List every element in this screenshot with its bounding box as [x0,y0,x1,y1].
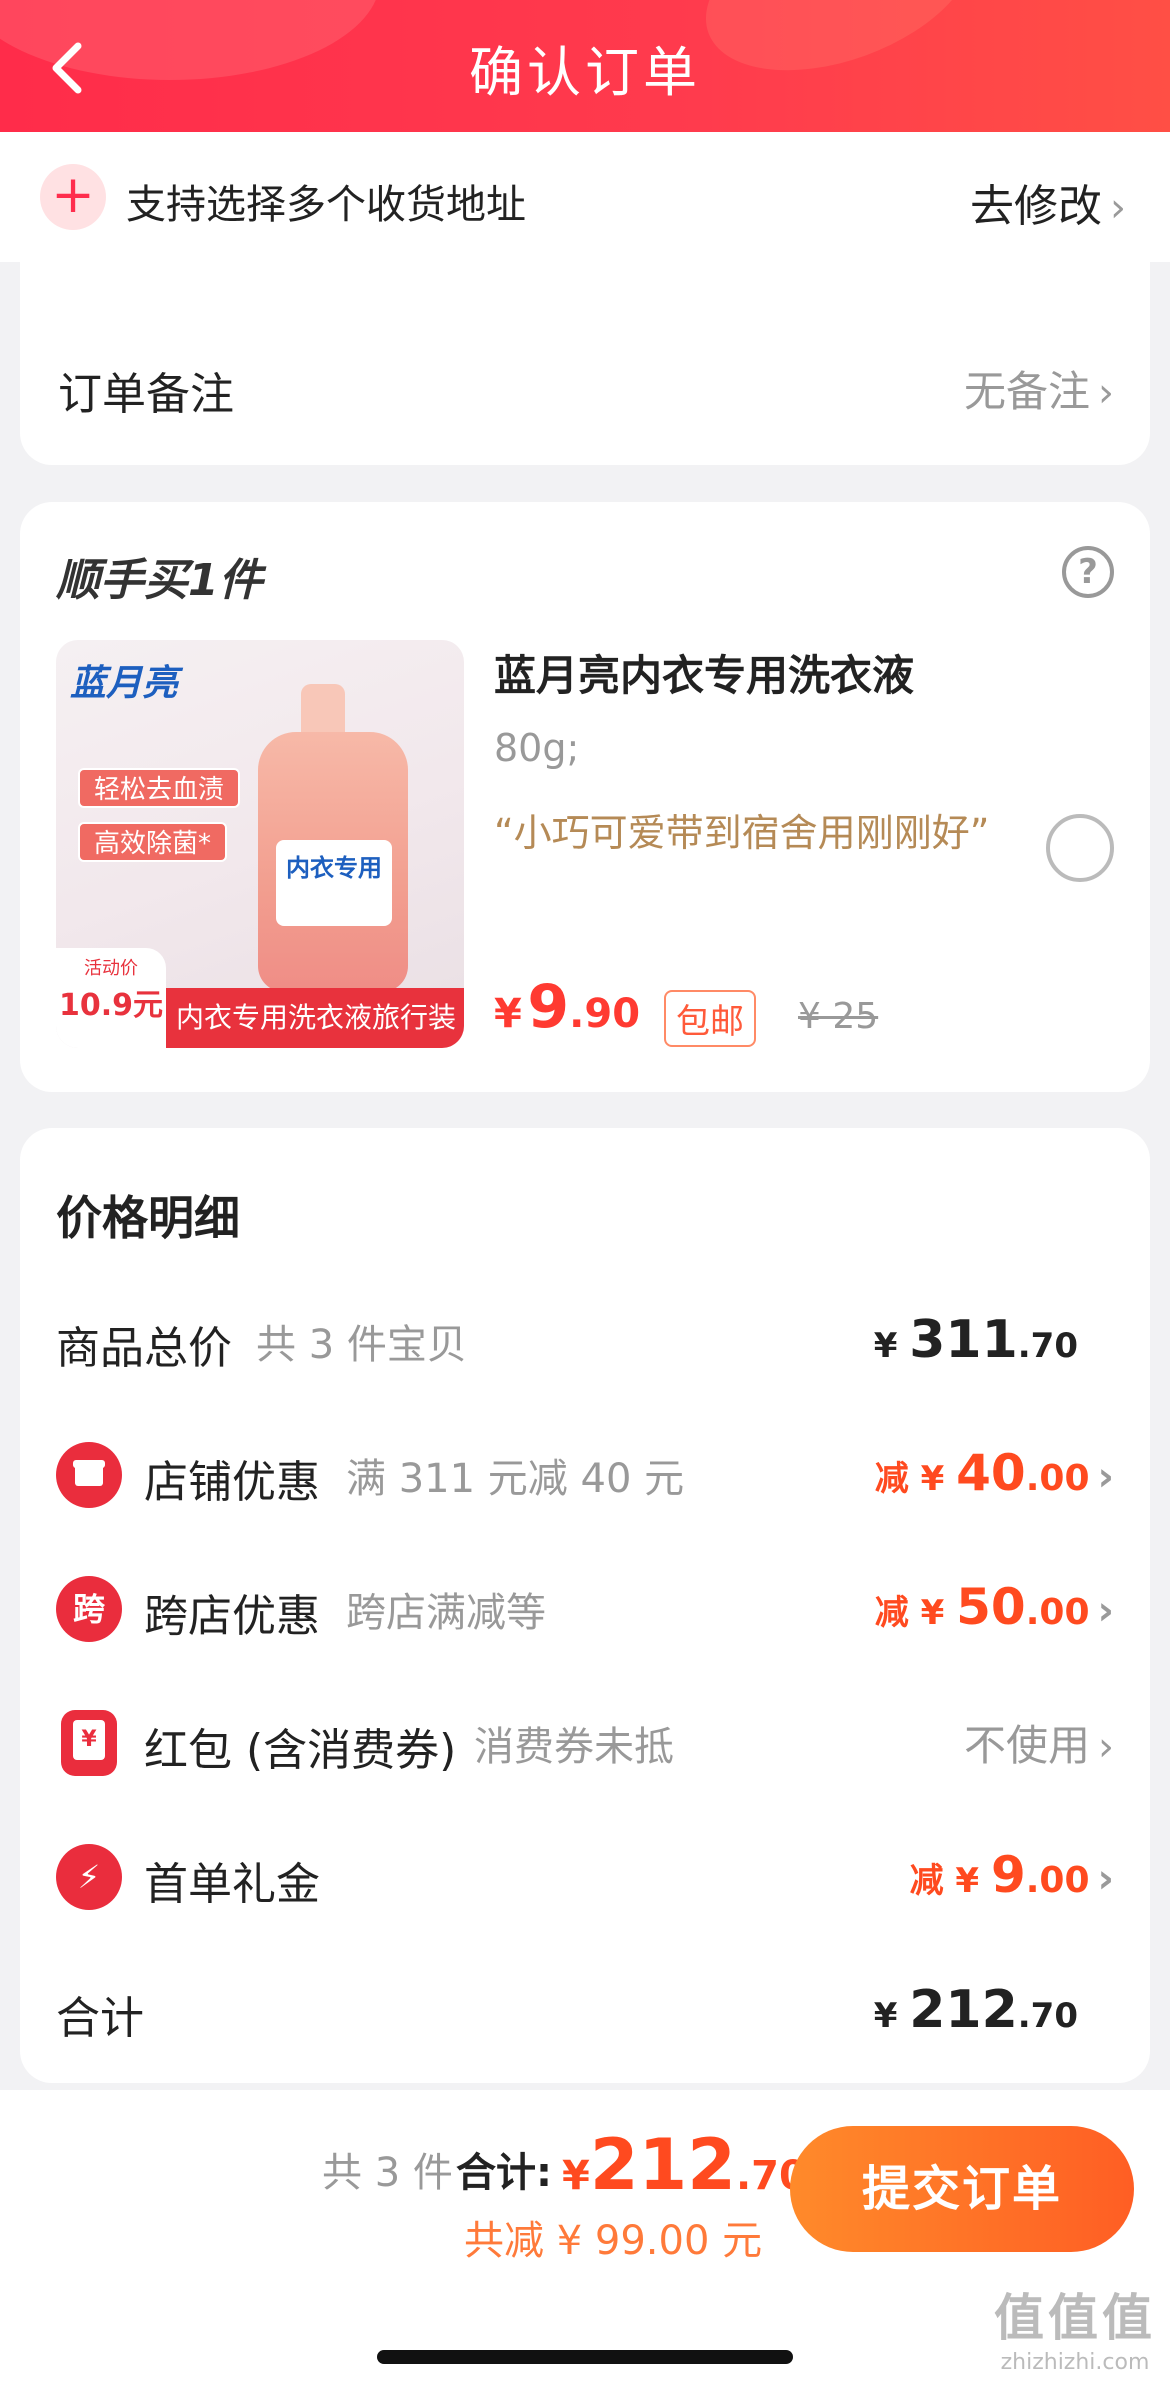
price-decimal: .90 [569,991,641,1037]
chevron-right-icon: › [1097,1856,1114,1902]
red-packet-glyph: ¥ [73,1720,105,1760]
price-detail-card: 价格明细 商品总价 共 3 件宝贝 ¥ 311.70 店铺优惠 满 311 元减… [20,1128,1150,2083]
row-amount: 减 ¥ 50.00 › [875,1578,1114,1636]
amount-decimal: .70 [1017,1326,1078,1366]
promo-badge-label: 活动价 [84,958,138,979]
red-packet-icon: ¥ [61,1710,117,1776]
home-indicator[interactable] [377,2350,793,2364]
amount-prefix: 减 ¥ [874,1593,957,1633]
order-note-button[interactable]: 无备注 › [964,358,1114,419]
total-saved: 共减 ¥ 99.00 元 [464,2218,763,2264]
price-currency: ¥ [494,991,522,1037]
product-spec: 80g; [494,726,580,770]
amount-integer: 311 [909,1310,1018,1370]
order-note-label: 订单备注 [58,369,234,420]
free-shipping-badge: 包邮 [664,990,756,1047]
detail-row-red-packet[interactable]: ¥ 红包 (含消费券) 消费券未抵 不使用 › [56,1700,1114,1780]
watermark: 值值值 zhizhizhi.com [994,2278,1156,2375]
modify-address-button[interactable]: 去修改 › [970,170,1126,234]
product-image[interactable]: 蓝月亮 轻松去血渍 高效除菌* 内衣专用 活动价 10.9元 内衣专用洗衣液旅行… [56,640,464,1048]
row-amount: ¥ 311.70 [874,1310,1078,1370]
help-icon[interactable]: ? [1062,546,1114,598]
sum-label: 合计: [456,2150,552,2196]
bottle-label: 内衣专用 [276,840,392,926]
chevron-right-icon: › [1098,1724,1114,1770]
sum-integer: 212 [589,2124,736,2206]
row-label: 红包 (含消费券) [144,1725,457,1776]
amount-integer: 50 [956,1578,1026,1636]
sum-currency: ¥ [562,2153,590,2199]
row-label: 首单礼金 [144,1859,320,1910]
addon-card: 顺手买1件 ? 蓝月亮 轻松去血渍 高效除菌* 内衣专用 活动价 10.9元 内… [20,502,1150,1092]
brand-logo: 蓝月亮 [70,663,179,704]
price-integer: 9 [527,972,570,1042]
lightning-icon: ⚡ [56,1844,122,1910]
modify-address-label: 去修改 [970,181,1102,232]
amount-integer: 40 [956,1444,1026,1502]
row-label: 商品总价 [56,1323,232,1374]
chevron-right-icon: › [1110,185,1126,231]
promo-badge: 活动价 10.9元 [56,948,166,1048]
row-amount: 减 ¥ 9.00 › [910,1846,1114,1904]
multi-address-label: 支持选择多个收货地址 [126,182,526,228]
detail-row-shop-discount[interactable]: 店铺优惠 满 311 元减 40 元 减 ¥ 40.00 › [56,1432,1114,1512]
row-sub: 共 3 件宝贝 [256,1322,467,1368]
price-detail-title: 价格明细 [56,1191,240,1245]
original-price: ¥ 25 [798,996,879,1037]
image-strip: 内衣专用洗衣液旅行装 [166,988,464,1048]
row-sub: 满 311 元减 40 元 [346,1456,685,1502]
detail-row-total: 合计 ¥ 212.70 [56,1968,1114,2048]
promo-badge-price: 10.9元 [58,988,164,1023]
row-value: 不使用 [963,1721,1090,1770]
amount-prefix: ¥ [873,1326,910,1366]
detail-row-goods-total: 商品总价 共 3 件宝贝 ¥ 311.70 [56,1298,1114,1378]
row-label: 跨店优惠 [144,1591,320,1642]
page-title: 确认订单 [469,41,701,104]
cross-shop-icon: 跨 [56,1576,122,1642]
image-tag: 轻松去血渍 [78,768,241,808]
amount-integer: 212 [909,1980,1018,2040]
amount-decimal: .70 [1017,1996,1078,2036]
detail-row-cross-shop[interactable]: 跨 跨店优惠 跨店满减等 减 ¥ 50.00 › [56,1566,1114,1646]
watermark-logo: 值值值 [994,2289,1156,2347]
shop-icon [56,1442,122,1508]
row-sub: 消费券未抵 [474,1724,674,1770]
sum-amount: ¥212.70 [562,2124,807,2206]
product-name[interactable]: 蓝月亮内衣专用洗衣液 [494,642,914,703]
detail-row-first-order[interactable]: ⚡ 首单礼金 减 ¥ 9.00 › [56,1834,1114,1914]
product-price: ¥ 9.90 [494,972,640,1042]
item-count: 共 3 件 [322,2150,453,2196]
amount-prefix: 减 ¥ [874,1459,957,1499]
chevron-right-icon: › [1098,370,1114,416]
order-note-value: 无备注 [963,367,1090,416]
submit-order-button[interactable]: 提交订单 [790,2126,1134,2252]
row-label: 店铺优惠 [144,1457,320,1508]
amount-decimal: .00 [1025,1458,1090,1499]
addon-title: 顺手买1件 [56,555,263,606]
amount-prefix: ¥ [873,1996,910,2036]
chevron-right-icon: › [1097,1454,1114,1500]
plus-icon: + [40,164,106,230]
order-note-card: 订单备注 无备注 › [20,240,1150,465]
row-label: 合计 [56,1993,144,2044]
row-sub: 跨店满减等 [346,1590,546,1636]
amount-integer: 9 [990,1846,1026,1904]
row-amount: ¥ 212.70 [874,1980,1078,2040]
watermark-url: zhizhizhi.com [1000,2350,1150,2375]
amount-decimal: .00 [1025,1860,1090,1901]
amount-decimal: .00 [1025,1592,1090,1633]
row-amount: 不使用 › [964,1712,1114,1773]
row-amount: 减 ¥ 40.00 › [875,1444,1114,1502]
chevron-right-icon: › [1097,1588,1114,1634]
product-quote: “小巧可爱带到宿舍用刚刚好” [494,811,990,855]
top-bar: 确认订单 [0,0,1170,132]
amount-prefix: 减 ¥ [909,1861,991,1901]
image-tag: 高效除菌* [78,822,228,862]
select-radio[interactable] [1046,814,1114,882]
